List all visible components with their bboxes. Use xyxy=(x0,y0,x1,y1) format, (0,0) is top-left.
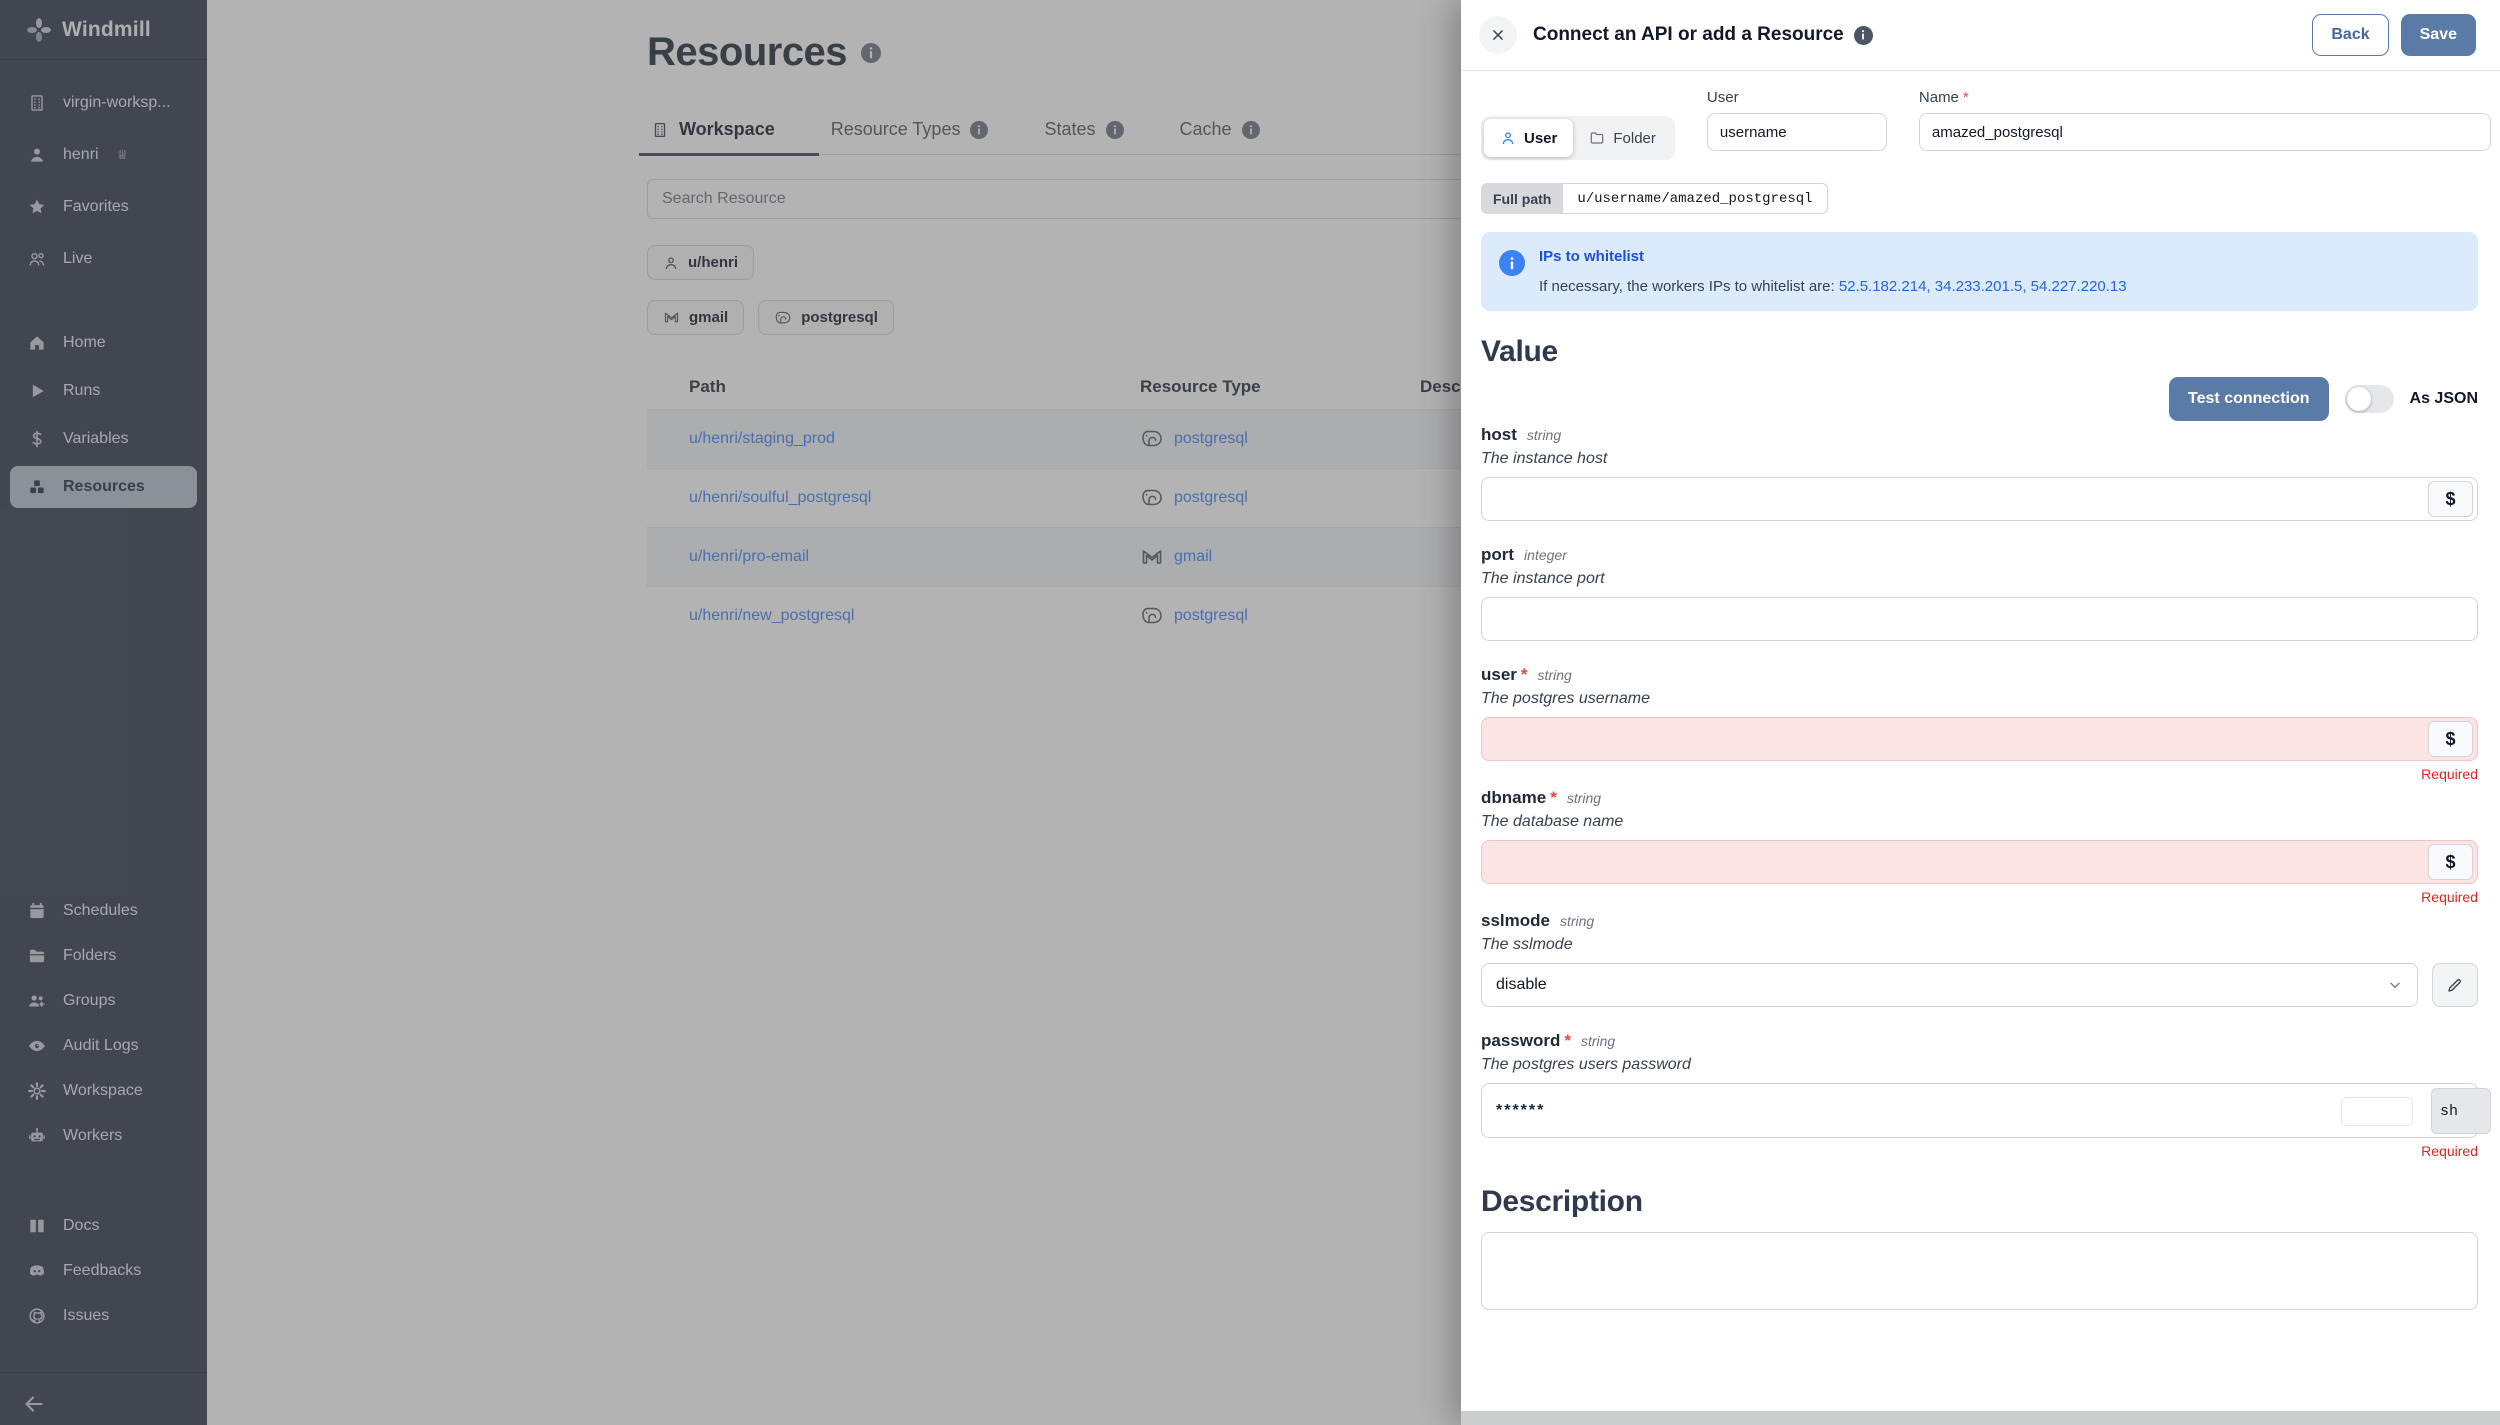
field-type: string xyxy=(1566,790,1602,806)
person-icon xyxy=(1500,130,1516,146)
description-section-heading: Description xyxy=(1481,1185,1643,1218)
field-name: user * xyxy=(1481,665,1528,684)
field-name: host xyxy=(1481,425,1517,444)
resource-meta-row: User Folder User Name* xyxy=(1481,89,2491,160)
name-field[interactable] xyxy=(1918,113,2491,151)
field-password: password * string The postgres users passw… xyxy=(1481,1031,2491,1159)
field-dbname: dbname * string The database name $ Requir… xyxy=(1481,788,2478,905)
resource-drawer: Connect an API or add a Resource Back Sa… xyxy=(1461,0,2500,1425)
show-password-button[interactable]: sh xyxy=(2431,1088,2491,1134)
password-input[interactable]: ****** sh xyxy=(1481,1083,2491,1138)
field-type: string xyxy=(1559,913,1595,929)
required-error: Required xyxy=(2421,1143,2478,1159)
edit-pencil-button[interactable] xyxy=(2432,963,2478,1007)
drawer-title: Connect an API or add a Resource xyxy=(1533,24,1844,45)
variable-picker-button[interactable]: $ xyxy=(2428,721,2473,757)
field-host: host string The instance host $ xyxy=(1481,425,2478,521)
field-type: string xyxy=(1580,1033,1616,1049)
full-path-label: Full path xyxy=(1481,183,1564,214)
owner-kind-toggle: User Folder xyxy=(1481,116,1675,160)
save-button[interactable]: Save xyxy=(2400,14,2476,56)
banner-title: IPs to whitelist xyxy=(1539,248,1645,265)
field-type: string xyxy=(1537,667,1572,683)
close-button[interactable] xyxy=(1479,16,1517,54)
full-path-value: u/username/amazed_postgresql xyxy=(1563,183,1828,214)
drawer-header: Connect an API or add a Resource Back Sa… xyxy=(1461,0,2500,71)
back-button[interactable]: Back xyxy=(2312,14,2389,56)
owner-kind-folder[interactable]: Folder xyxy=(1573,119,1672,157)
field-name: port xyxy=(1481,545,1515,564)
required-asterisk: * xyxy=(1520,665,1528,684)
field-description: The postgres username xyxy=(1481,690,1650,707)
password-inline-input[interactable] xyxy=(2341,1097,2413,1126)
field-name: password * xyxy=(1481,1031,1571,1050)
info-icon[interactable] xyxy=(1853,25,1873,45)
name-field-label: Name * xyxy=(1918,89,1969,106)
owner-kind-user[interactable]: User xyxy=(1484,119,1574,157)
field-port: port integer The instance port xyxy=(1481,545,2478,641)
test-connection-row: Test connection As JSON xyxy=(1481,377,2478,421)
variable-picker-button[interactable]: $ xyxy=(2428,481,2473,517)
field-sslmode: sslmode string The sslmode disable xyxy=(1481,911,2478,1007)
required-asterisk: * xyxy=(1550,788,1557,807)
required-asterisk: * xyxy=(1962,89,1969,106)
field-description: The sslmode xyxy=(1481,936,1573,953)
field-user: user * string The postgres username $ Requ… xyxy=(1481,665,2478,782)
user-field-label: User xyxy=(1706,89,1739,106)
dbname-input[interactable]: $ xyxy=(1481,840,2478,884)
field-name: dbname * xyxy=(1481,788,1557,807)
whitelist-ips[interactable]: 52.5.182.214, 34.233.201.5, 54.227.220.1… xyxy=(1839,278,2127,295)
field-type: string xyxy=(1526,427,1562,443)
required-error: Required xyxy=(2421,766,2478,782)
owner-kind-user-label: User xyxy=(1524,129,1558,147)
sslmode-select[interactable]: disable xyxy=(1481,963,2418,1007)
field-description: The instance port xyxy=(1481,570,1605,587)
full-path-row: Full path u/username/amazed_postgresql xyxy=(1481,183,2478,214)
as-json-toggle[interactable] xyxy=(2344,385,2394,413)
app-root: Windmill virgin-worksp... henri ♕ Favori… xyxy=(0,0,2500,1425)
chevron-down-icon xyxy=(2387,977,2403,993)
host-input[interactable]: $ xyxy=(1481,477,2478,521)
field-name: sslmode xyxy=(1481,911,1550,930)
info-icon xyxy=(1499,250,1525,276)
banner-body: If necessary, the workers IPs to whiteli… xyxy=(1539,278,2127,295)
modal-overlay[interactable] xyxy=(0,0,1461,1425)
password-masked-value: ****** xyxy=(1496,1101,1546,1119)
user-input[interactable]: $ xyxy=(1481,717,2478,761)
field-description: The instance host xyxy=(1481,450,1608,467)
horizontal-scrollbar[interactable] xyxy=(1461,1411,2500,1425)
test-connection-button[interactable]: Test connection xyxy=(2169,377,2329,421)
description-textarea[interactable] xyxy=(1481,1232,2478,1310)
owner-kind-folder-label: Folder xyxy=(1613,129,1656,147)
port-input[interactable] xyxy=(1481,597,2478,641)
field-description: The postgres users password xyxy=(1481,1056,1691,1073)
value-section-heading: Value xyxy=(1481,335,1558,368)
folder-icon xyxy=(1589,130,1605,146)
required-error: Required xyxy=(2421,889,2478,905)
as-json-label: As JSON xyxy=(2409,390,2478,407)
toggle-knob xyxy=(2346,387,2371,411)
field-description: The database name xyxy=(1481,813,1624,830)
user-field[interactable] xyxy=(1706,113,1887,151)
field-type: integer xyxy=(1524,547,1567,563)
drawer-body: User Folder User Name* xyxy=(1461,71,2500,1310)
required-asterisk: * xyxy=(1564,1031,1571,1050)
sslmode-selected-value: disable xyxy=(1496,976,1547,993)
variable-picker-button[interactable]: $ xyxy=(2428,844,2473,880)
ip-whitelist-banner: IPs to whitelist If necessary, the worke… xyxy=(1481,232,2478,311)
